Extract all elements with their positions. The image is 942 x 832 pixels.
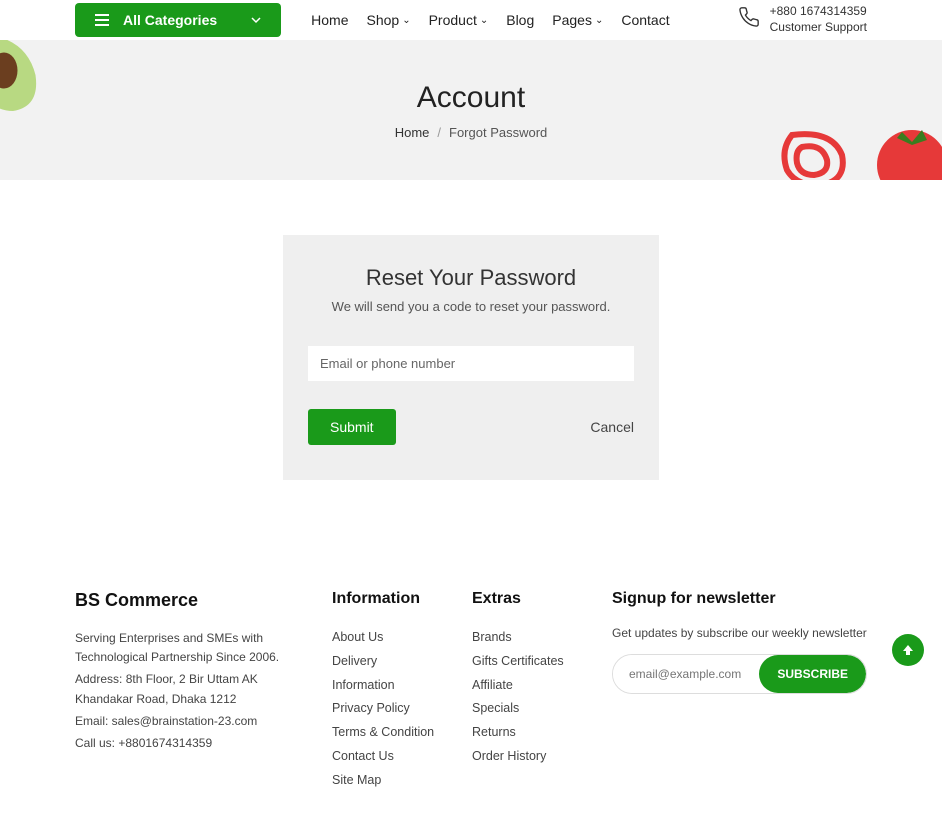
page-banner: Account Home / Forgot Password — [0, 40, 942, 180]
footer-brand-title: BS Commerce — [75, 590, 302, 611]
nav-contact[interactable]: Contact — [621, 12, 669, 28]
reset-subtitle: We will send you a code to reset your pa… — [308, 299, 634, 314]
support-info: +880 1674314359 Customer Support — [738, 4, 867, 35]
reset-title: Reset Your Password — [308, 265, 634, 291]
nav-links: Home Shop⌄ Product⌄ Blog Pages⌄ Contact — [311, 12, 669, 28]
footer-brand-email: Email: sales@brainstation-23.com — [75, 712, 302, 731]
nav-home[interactable]: Home — [311, 12, 348, 28]
footer-link[interactable]: Gifts Certificates — [472, 650, 582, 674]
cancel-link[interactable]: Cancel — [590, 419, 634, 435]
breadcrumb-current: Forgot Password — [449, 125, 547, 140]
newsletter-title: Signup for newsletter — [612, 590, 867, 608]
hamburger-icon — [95, 14, 109, 26]
nav-pages[interactable]: Pages⌄ — [552, 12, 603, 28]
footer: BS Commerce Serving Enterprises and SMEs… — [0, 570, 942, 832]
footer-link[interactable]: Order History — [472, 745, 582, 769]
newsletter-email-input[interactable] — [613, 655, 759, 693]
main-nav: All Categories Home Shop⌄ Product⌄ Blog … — [0, 0, 942, 40]
footer-newsletter: Signup for newsletter Get updates by sub… — [612, 590, 867, 792]
footer-brand-address: Address: 8th Floor, 2 Bir Uttam AK Khand… — [75, 670, 302, 708]
scroll-top-button[interactable] — [892, 634, 924, 666]
footer-brand-phone: Call us: +8801674314359 — [75, 734, 302, 753]
newsletter-form: SUBSCRIBE — [612, 654, 867, 694]
footer-link[interactable]: Brands — [472, 626, 582, 650]
footer-information: Information About Us Delivery Informatio… — [332, 590, 442, 792]
categories-label: All Categories — [123, 12, 217, 28]
categories-dropdown[interactable]: All Categories — [75, 3, 281, 37]
support-label: Customer Support — [770, 20, 867, 36]
chevron-down-icon: ⌄ — [480, 15, 488, 26]
footer-information-title: Information — [332, 590, 442, 608]
reset-card: Reset Your Password We will send you a c… — [283, 235, 659, 480]
newsletter-desc: Get updates by subscribe our weekly news… — [612, 626, 867, 640]
footer-link[interactable]: About Us — [332, 626, 442, 650]
footer-link[interactable]: Privacy Policy — [332, 697, 442, 721]
footer-link[interactable]: Terms & Condition — [332, 721, 442, 745]
footer-link[interactable]: Returns — [472, 721, 582, 745]
nav-product[interactable]: Product⌄ — [429, 12, 489, 28]
chevron-down-icon: ⌄ — [595, 15, 603, 26]
arrow-up-icon — [901, 643, 915, 657]
footer-extras-title: Extras — [472, 590, 582, 608]
breadcrumb-home[interactable]: Home — [395, 125, 430, 140]
chevron-down-icon: ⌄ — [402, 15, 410, 26]
submit-button[interactable]: Submit — [308, 409, 396, 445]
footer-link[interactable]: Affiliate — [472, 674, 582, 698]
nav-blog[interactable]: Blog — [506, 12, 534, 28]
footer-link[interactable]: Specials — [472, 697, 582, 721]
pepper-image — [772, 125, 852, 180]
phone-icon — [738, 6, 760, 34]
chevron-down-icon — [251, 12, 261, 28]
nav-shop[interactable]: Shop⌄ — [367, 12, 411, 28]
footer-link[interactable]: Delivery Information — [332, 650, 442, 698]
tomato-image — [872, 120, 942, 180]
subscribe-button[interactable]: SUBSCRIBE — [759, 655, 866, 693]
page-title: Account — [417, 81, 525, 115]
footer-link[interactable]: Site Map — [332, 769, 442, 793]
avocado-image — [0, 40, 55, 120]
breadcrumb-separator: / — [437, 125, 441, 140]
support-phone: +880 1674314359 — [770, 4, 867, 20]
footer-link[interactable]: Contact Us — [332, 745, 442, 769]
footer-brand-desc: Serving Enterprises and SMEs with Techno… — [75, 629, 302, 667]
footer-extras: Extras Brands Gifts Certificates Affilia… — [472, 590, 582, 792]
footer-brand: BS Commerce Serving Enterprises and SMEs… — [75, 590, 302, 792]
reset-section: Reset Your Password We will send you a c… — [0, 180, 942, 570]
breadcrumb: Home / Forgot Password — [395, 125, 548, 140]
email-phone-input[interactable] — [308, 346, 634, 381]
